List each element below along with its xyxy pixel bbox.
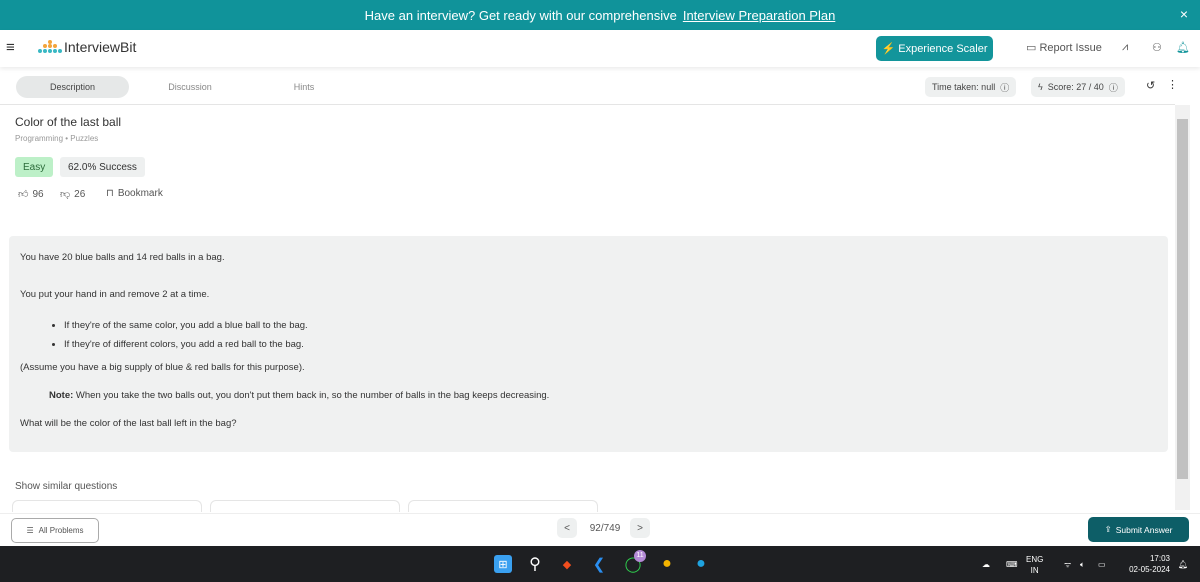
figma-icon[interactable]: ◆ — [558, 555, 576, 573]
bookmark-button[interactable]: ⊓ Bookmark — [106, 188, 163, 199]
info-icon[interactable]: ⓘ — [1109, 81, 1118, 94]
submit-label: Submit Answer — [1115, 524, 1173, 535]
search-icon[interactable]: ⚲ — [526, 555, 544, 573]
tab-discussion[interactable]: Discussion — [140, 76, 240, 98]
problem-tags: Programming • Puzzles — [15, 134, 99, 143]
paragraph: (Assume you have a big supply of blue & … — [20, 362, 305, 373]
volume-icon[interactable]: 🔈︎ — [1080, 559, 1085, 570]
thumbs-down-icon: 👎︎ — [60, 189, 71, 200]
logo[interactable]: InterviewBit — [36, 39, 136, 55]
all-problems-button[interactable]: ☰ All Problems — [11, 518, 99, 543]
list-item: If they're of different colors, you add … — [64, 335, 308, 354]
likes-count: 96 — [32, 188, 44, 200]
clock[interactable]: 17:03 02-05-2024 — [1118, 553, 1170, 575]
promo-banner: Have an interview? Get ready with our co… — [0, 0, 1200, 30]
interview-plan-link[interactable]: Interview Preparation Plan — [683, 8, 835, 23]
dislikes-count: 26 — [74, 188, 86, 200]
tab-hints[interactable]: Hints — [254, 76, 354, 98]
user-icon[interactable]: ⚇ — [1152, 41, 1162, 54]
scrollbar[interactable] — [1175, 105, 1190, 510]
battery-icon[interactable]: ▭ — [1098, 559, 1106, 570]
chat-icon: ▭ — [1026, 42, 1040, 54]
problem-statement: You have 20 blue balls and 14 red balls … — [9, 236, 1168, 452]
menu-icon[interactable]: ≡ — [6, 39, 15, 56]
report-issue-button[interactable]: ▭ Report Issue — [1026, 41, 1102, 54]
similar-card[interactable] — [408, 500, 598, 512]
logo-icon — [38, 40, 62, 53]
whatsapp-icon[interactable]: ◯ 11 — [624, 550, 646, 573]
vscode-icon[interactable]: ❮ — [590, 555, 608, 573]
bolt-icon: ⚡ — [881, 43, 899, 55]
question: What will be the color of the last ball … — [20, 418, 237, 429]
language-indicator[interactable]: ENG IN — [1026, 554, 1043, 576]
windows-start-icon[interactable]: ⊞ — [494, 555, 512, 573]
list-item: If they're of the same color, you add a … — [64, 316, 308, 335]
header: ≡ InterviewBit ⚡ Experience Scaler ▭ Rep… — [0, 30, 1200, 67]
more-options-icon[interactable]: ⋮ — [1167, 78, 1178, 91]
all-problems-label: All Problems — [38, 526, 84, 535]
tab-bar: Description Discussion Hints Time taken:… — [0, 67, 1178, 105]
experience-scaler-label: Experience Scaler — [898, 42, 988, 55]
experience-scaler-button[interactable]: ⚡ Experience Scaler — [876, 36, 993, 61]
chrome-icon[interactable]: ● — [658, 555, 676, 573]
keyboard-icon[interactable]: ⌨ — [1006, 559, 1018, 570]
banner-text: Have an interview? Get ready with our co… — [364, 7, 677, 23]
whatsapp-badge: 11 — [634, 550, 646, 562]
notification-bell-icon[interactable]: 🔔︎ — [1176, 41, 1190, 54]
wifi-icon[interactable]: ᯤ — [1064, 559, 1071, 570]
notification-icon[interactable]: 🔔︎ — [1178, 559, 1188, 570]
cloud-icon[interactable]: ☁ — [982, 559, 990, 570]
date: 02-05-2024 — [1129, 565, 1170, 574]
time: 17:03 — [1149, 554, 1170, 563]
taskbar: ⊞ ⚲ ◆ ❮ ◯ 11 ● ● ☁ ⌨ ENG IN ᯤ 🔈︎ ▭ 17:03 02… — [0, 546, 1200, 582]
upload-icon: ⇪ — [1104, 524, 1112, 534]
difficulty-badge: Easy — [15, 157, 54, 177]
thumbs-up-icon: 👍︎ — [18, 189, 29, 200]
bolt-outline-icon: ϟ — [1038, 82, 1043, 92]
success-badge: 62.0% Success — [60, 157, 145, 177]
edge-icon[interactable]: ● — [692, 555, 710, 573]
paragraph: You put your hand in and remove 2 at a t… — [20, 289, 210, 300]
activity-icon[interactable]: ⩘ — [1122, 41, 1128, 54]
tab-description[interactable]: Description — [16, 76, 129, 98]
score-label: Score: 27 / 40 — [1047, 82, 1104, 92]
scrollbar-thumb[interactable] — [1177, 119, 1188, 479]
bottom-bar: ☰ All Problems < 92/749 > ⇪ Submit Answer — [0, 513, 1200, 546]
score: ϟ Score: 27 / 40 ⓘ — [1031, 77, 1125, 97]
region: IN — [1030, 566, 1039, 575]
logo-text: InterviewBit — [64, 39, 137, 55]
close-banner-icon[interactable]: × — [1180, 6, 1188, 22]
paragraph: You have 20 blue balls and 14 red balls … — [20, 252, 225, 263]
submit-answer-button[interactable]: ⇪ Submit Answer — [1088, 517, 1189, 542]
time-taken: Time taken: null ⓘ — [925, 77, 1017, 97]
note-text: When you take the two balls out, you don… — [73, 390, 550, 401]
problem-title: Color of the last ball — [15, 115, 122, 129]
list-icon: ☰ — [26, 526, 34, 535]
language: ENG — [1026, 555, 1044, 564]
info-icon[interactable]: ⓘ — [1000, 81, 1009, 94]
reset-icon[interactable]: ↺ — [1146, 79, 1155, 92]
bookmark-icon: ⊓ — [106, 188, 114, 199]
bookmark-label: Bookmark — [117, 188, 163, 199]
dislike-button[interactable]: 👎︎ 26 — [60, 188, 86, 201]
report-issue-label: Report Issue — [1039, 42, 1102, 54]
note-label: Note: — [49, 390, 74, 401]
similar-card[interactable] — [12, 500, 202, 512]
prev-button[interactable]: < — [557, 518, 577, 538]
similar-card[interactable] — [210, 500, 400, 512]
time-taken-label: Time taken: null — [932, 82, 996, 92]
page-indicator: 92/749 — [589, 522, 621, 534]
rules-list: If they're of the same color, you add a … — [64, 316, 308, 354]
next-button[interactable]: > — [630, 518, 650, 538]
show-similar-questions[interactable]: Show similar questions — [15, 481, 117, 492]
like-button[interactable]: 👍︎ 96 — [18, 188, 44, 201]
note: Note: When you take the two balls out, y… — [49, 390, 549, 401]
